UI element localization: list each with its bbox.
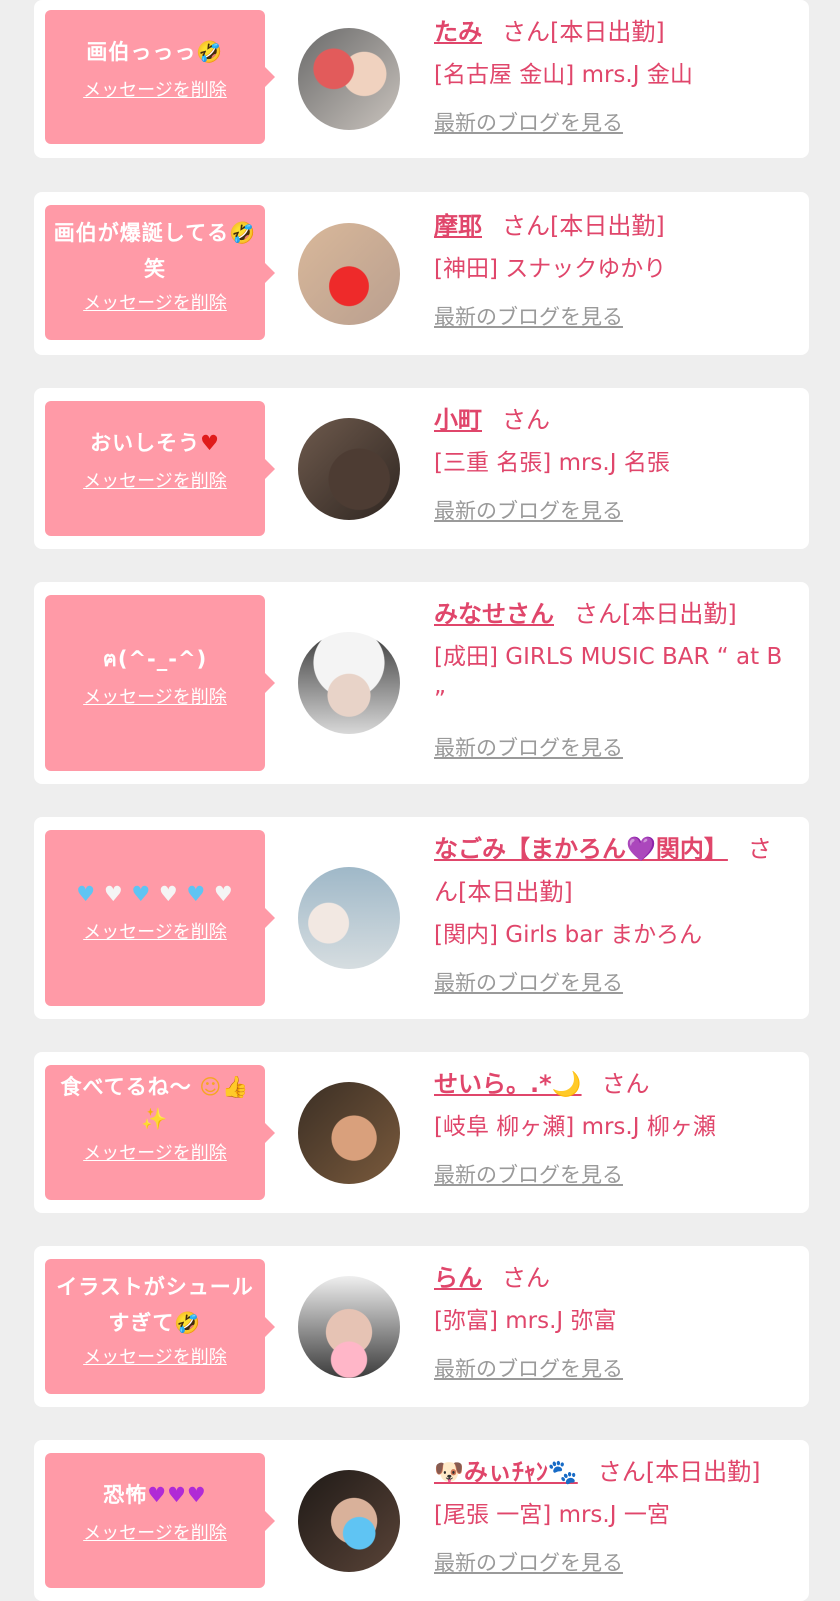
delete-message-link[interactable]: メッセージを削除: [83, 467, 227, 493]
message-text: おいしそう♥: [90, 431, 220, 455]
rofl-emoji-icon: 🤣: [174, 1311, 202, 1335]
profile-name-link[interactable]: らん: [434, 1264, 482, 1292]
message-card: イラストがシュールすぎて🤣 メッセージを削除 らん さん [弥富] mrs.J 弥…: [34, 1246, 809, 1407]
profile-info: 摩耶 さん[本日出勤] [神田] スナックゆかり 最新のブログを見る: [434, 205, 795, 331]
latest-blog-link[interactable]: 最新のブログを見る: [434, 1159, 623, 1189]
status-badge: [本日出勤]: [645, 1458, 761, 1486]
profile-info: 小町 さん [三重 名張] mrs.J 名張 最新のブログを見る: [434, 399, 795, 525]
message-text: 画伯っっっ🤣: [86, 40, 224, 64]
avatar[interactable]: [298, 28, 400, 130]
shop-name: [岐阜 柳ヶ瀬] mrs.J 柳ヶ瀬: [434, 1114, 716, 1140]
status-badge: [本日出勤]: [550, 212, 665, 240]
honorific: さん: [502, 18, 550, 46]
profile-info: 🐶みぃﾁｬﾝ🐾 さん[本日出勤] [尾張 一宮] mrs.J 一宮 最新のブログを…: [434, 1451, 795, 1577]
shop-name: [名古屋 金山] mrs.J 金山: [434, 62, 693, 88]
message-bubble: 画伯が爆誕してる🤣笑 メッセージを削除: [45, 205, 275, 340]
delete-message-link[interactable]: メッセージを削除: [83, 683, 227, 709]
avatar[interactable]: [298, 867, 400, 969]
red-heart-emoji-icon: ♥: [200, 431, 220, 455]
profile-name-link[interactable]: みなせさん: [434, 600, 554, 628]
profile-name-link[interactable]: 摩耶: [434, 212, 482, 240]
honorific: さん: [502, 212, 550, 240]
delete-message-link[interactable]: メッセージを削除: [83, 76, 227, 102]
status-badge: [本日出勤]: [550, 18, 665, 46]
profile-name-link[interactable]: なごみ【まかろん💜関内】: [434, 835, 728, 863]
delete-message-link[interactable]: メッセージを削除: [83, 1519, 227, 1545]
honorific: さん: [502, 1264, 550, 1292]
honorific: さん: [574, 600, 622, 628]
avatar[interactable]: [298, 1082, 400, 1184]
shop-name: [三重 名張] mrs.J 名張: [434, 450, 670, 476]
message-text: ♥ ♥ ♥ ♥ ♥ ♥: [53, 876, 257, 912]
latest-blog-link[interactable]: 最新のブログを見る: [434, 107, 623, 137]
profile-info: なごみ【まかろん💜関内】 さん[本日出勤] [関内] Girls bar まかろん…: [434, 828, 795, 997]
honorific: さん: [601, 1070, 650, 1098]
latest-blog-link[interactable]: 最新のブログを見る: [434, 732, 623, 762]
message-card: 画伯っっっ🤣 メッセージを削除 たみ さん[本日出勤] [名古屋 金山] mrs.…: [34, 0, 809, 158]
message-bubble: イラストがシュールすぎて🤣 メッセージを削除: [45, 1259, 275, 1394]
latest-blog-link[interactable]: 最新のブログを見る: [434, 301, 623, 331]
avatar[interactable]: [298, 1276, 400, 1378]
profile-info: たみ さん[本日出勤] [名古屋 金山] mrs.J 金山 最新のブログを見る: [434, 11, 795, 137]
profile-name-link[interactable]: 小町: [434, 406, 482, 434]
message-bubble: おいしそう♥ メッセージを削除: [45, 401, 275, 536]
profile-info: らん さん [弥富] mrs.J 弥富 最新のブログを見る: [434, 1257, 795, 1383]
message-card: 恐怖♥♥♥ メッセージを削除 🐶みぃﾁｬﾝ🐾 さん[本日出勤] [尾張 一宮] m…: [34, 1440, 809, 1601]
shop-name: [成田] GIRLS MUSIC BAR “ at B ”: [434, 644, 783, 713]
avatar[interactable]: [298, 223, 400, 325]
profile-info: せいら。.*🌙 さん [岐阜 柳ヶ瀬] mrs.J 柳ヶ瀬 最新のブログを見る: [434, 1063, 795, 1189]
message-bubble: 画伯っっっ🤣 メッセージを削除: [45, 10, 275, 144]
message-text: 恐怖♥♥♥: [103, 1483, 207, 1507]
latest-blog-link[interactable]: 最新のブログを見る: [434, 1353, 623, 1383]
message-list: 画伯っっっ🤣 メッセージを削除 たみ さん[本日出勤] [名古屋 金山] mrs.…: [0, 0, 840, 1601]
honorific: さん: [597, 1458, 646, 1486]
delete-message-link[interactable]: メッセージを削除: [83, 289, 227, 315]
rofl-emoji-icon: 🤣: [196, 40, 224, 64]
profile-name-link[interactable]: せいら。.*🌙: [434, 1070, 582, 1098]
avatar[interactable]: [298, 632, 400, 734]
message-bubble: ♥ ♥ ♥ ♥ ♥ ♥ メッセージを削除: [45, 830, 275, 1006]
latest-blog-link[interactable]: 最新のブログを見る: [434, 1547, 623, 1577]
status-badge: [本日出勤]: [458, 878, 573, 906]
shop-name: [弥富] mrs.J 弥富: [434, 1308, 617, 1334]
avatar[interactable]: [298, 1470, 400, 1572]
honorific: さん: [502, 406, 550, 434]
blue-white-hearts-emoji-icon: ♥ ♥ ♥ ♥ ♥ ♥: [76, 882, 234, 906]
profile-name-link[interactable]: たみ: [434, 18, 482, 46]
rofl-emoji-icon: 🤣: [229, 221, 257, 245]
delete-message-link[interactable]: メッセージを削除: [83, 1139, 227, 1165]
shop-name: [関内] Girls bar まかろん: [434, 922, 703, 948]
profile-info: みなせさん さん[本日出勤] [成田] GIRLS MUSIC BAR “ at …: [434, 593, 795, 762]
latest-blog-link[interactable]: 最新のブログを見る: [434, 495, 623, 525]
message-text: イラストがシュールすぎて🤣: [56, 1275, 254, 1335]
delete-message-link[interactable]: メッセージを削除: [83, 1343, 227, 1369]
message-card: ♥ ♥ ♥ ♥ ♥ ♥ メッセージを削除 なごみ【まかろん💜関内】 さん[本日出勤…: [34, 817, 809, 1019]
status-badge: [本日出勤]: [622, 600, 737, 628]
message-card: 画伯が爆誕してる🤣笑 メッセージを削除 摩耶 さん[本日出勤] [神田] スナック…: [34, 192, 809, 355]
message-text: 画伯が爆誕してる🤣笑: [53, 221, 257, 281]
message-card: 食べてるね〜 ☺👍✨ メッセージを削除 せいら。.*🌙 さん [岐阜 柳ヶ瀬] m…: [34, 1052, 809, 1213]
shop-name: [神田] スナックゆかり: [434, 256, 667, 282]
shop-name: [尾張 一宮] mrs.J 一宮: [434, 1502, 670, 1528]
purple-hearts-emoji-icon: ♥♥♥: [147, 1483, 207, 1507]
delete-message-link[interactable]: メッセージを削除: [83, 918, 227, 944]
profile-name-link[interactable]: 🐶みぃﾁｬﾝ🐾: [434, 1458, 578, 1486]
latest-blog-link[interactable]: 最新のブログを見る: [434, 967, 623, 997]
message-bubble: ฅ(^-_-^) メッセージを削除: [45, 595, 275, 771]
message-bubble: 恐怖♥♥♥ メッセージを削除: [45, 1453, 275, 1588]
message-bubble: 食べてるね〜 ☺👍✨ メッセージを削除: [45, 1065, 275, 1200]
message-text: 食べてるね〜 ☺👍✨: [60, 1075, 250, 1131]
avatar[interactable]: [298, 418, 400, 520]
message-text: ฅ(^-_-^): [102, 647, 208, 671]
message-card: ฅ(^-_-^) メッセージを削除 みなせさん さん[本日出勤] [成田] GIR…: [34, 582, 809, 784]
message-card: おいしそう♥ メッセージを削除 小町 さん [三重 名張] mrs.J 名張 最新…: [34, 388, 809, 549]
